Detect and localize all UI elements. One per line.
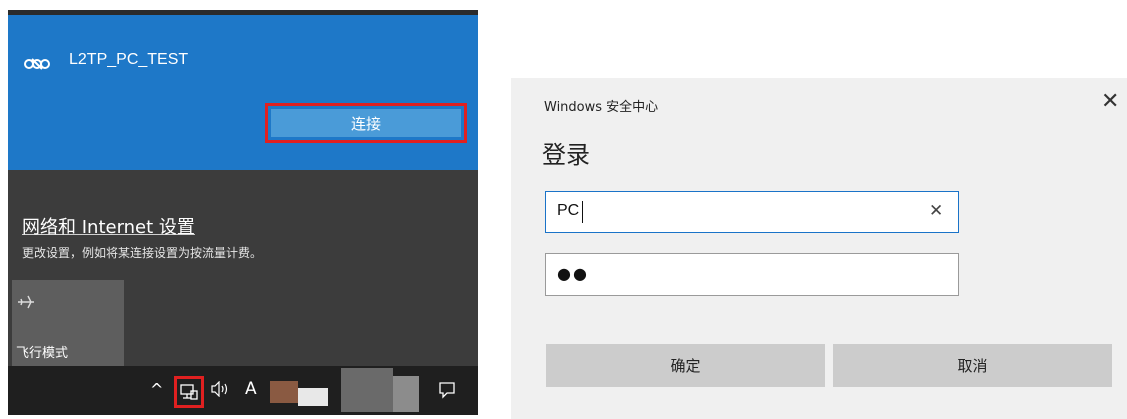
- vpn-link-icon: [23, 55, 51, 77]
- password-mask: ●●: [557, 264, 589, 283]
- network-flyout: L2TP_PC_TEST 连接 网络和 Internet 设置 更改设置，例如将…: [8, 10, 478, 415]
- cancel-button[interactable]: 取消: [833, 344, 1112, 387]
- blurred-tray-item: [270, 381, 298, 403]
- taskbar: ^ A: [8, 366, 478, 415]
- network-tray-highlight-frame: [174, 376, 204, 408]
- vpn-connection-name: L2TP_PC_TEST: [69, 51, 189, 68]
- blurred-clock-area: [341, 368, 393, 412]
- blurred-tray-item: [298, 388, 328, 406]
- clear-input-icon[interactable]: ✕: [929, 201, 943, 221]
- password-input[interactable]: ●●: [545, 253, 959, 296]
- volume-icon[interactable]: [211, 380, 231, 401]
- connect-highlight-frame: 连接: [265, 103, 467, 143]
- network-icon[interactable]: [180, 383, 198, 405]
- text-caret: [582, 201, 583, 223]
- username-value: PC: [557, 202, 580, 219]
- action-center-icon[interactable]: [438, 381, 456, 403]
- show-hidden-icons-icon[interactable]: ^: [150, 380, 163, 399]
- input-method-indicator[interactable]: A: [245, 379, 257, 399]
- network-settings-description: 更改设置，例如将某连接设置为按流量计费。: [22, 246, 263, 260]
- airplane-mode-tile[interactable]: 飞行模式: [12, 280, 124, 366]
- close-icon[interactable]: ✕: [1101, 91, 1119, 113]
- airplane-mode-label: 飞行模式: [16, 346, 69, 361]
- blurred-clock-area: [393, 376, 419, 412]
- connect-button[interactable]: 连接: [271, 109, 461, 137]
- ok-button[interactable]: 确定: [546, 344, 825, 387]
- vpn-connection-panel[interactable]: L2TP_PC_TEST 连接: [8, 15, 478, 170]
- windows-security-dialog: Windows 安全中心 ✕ 登录 PC ✕ ●● 确定 取消: [511, 78, 1127, 419]
- username-input[interactable]: PC ✕: [545, 191, 959, 233]
- sign-in-heading: 登录: [542, 141, 590, 169]
- dialog-title: Windows 安全中心: [544, 100, 659, 115]
- network-settings-link[interactable]: 网络和 Internet 设置: [22, 213, 195, 239]
- airplane-icon: [16, 292, 36, 316]
